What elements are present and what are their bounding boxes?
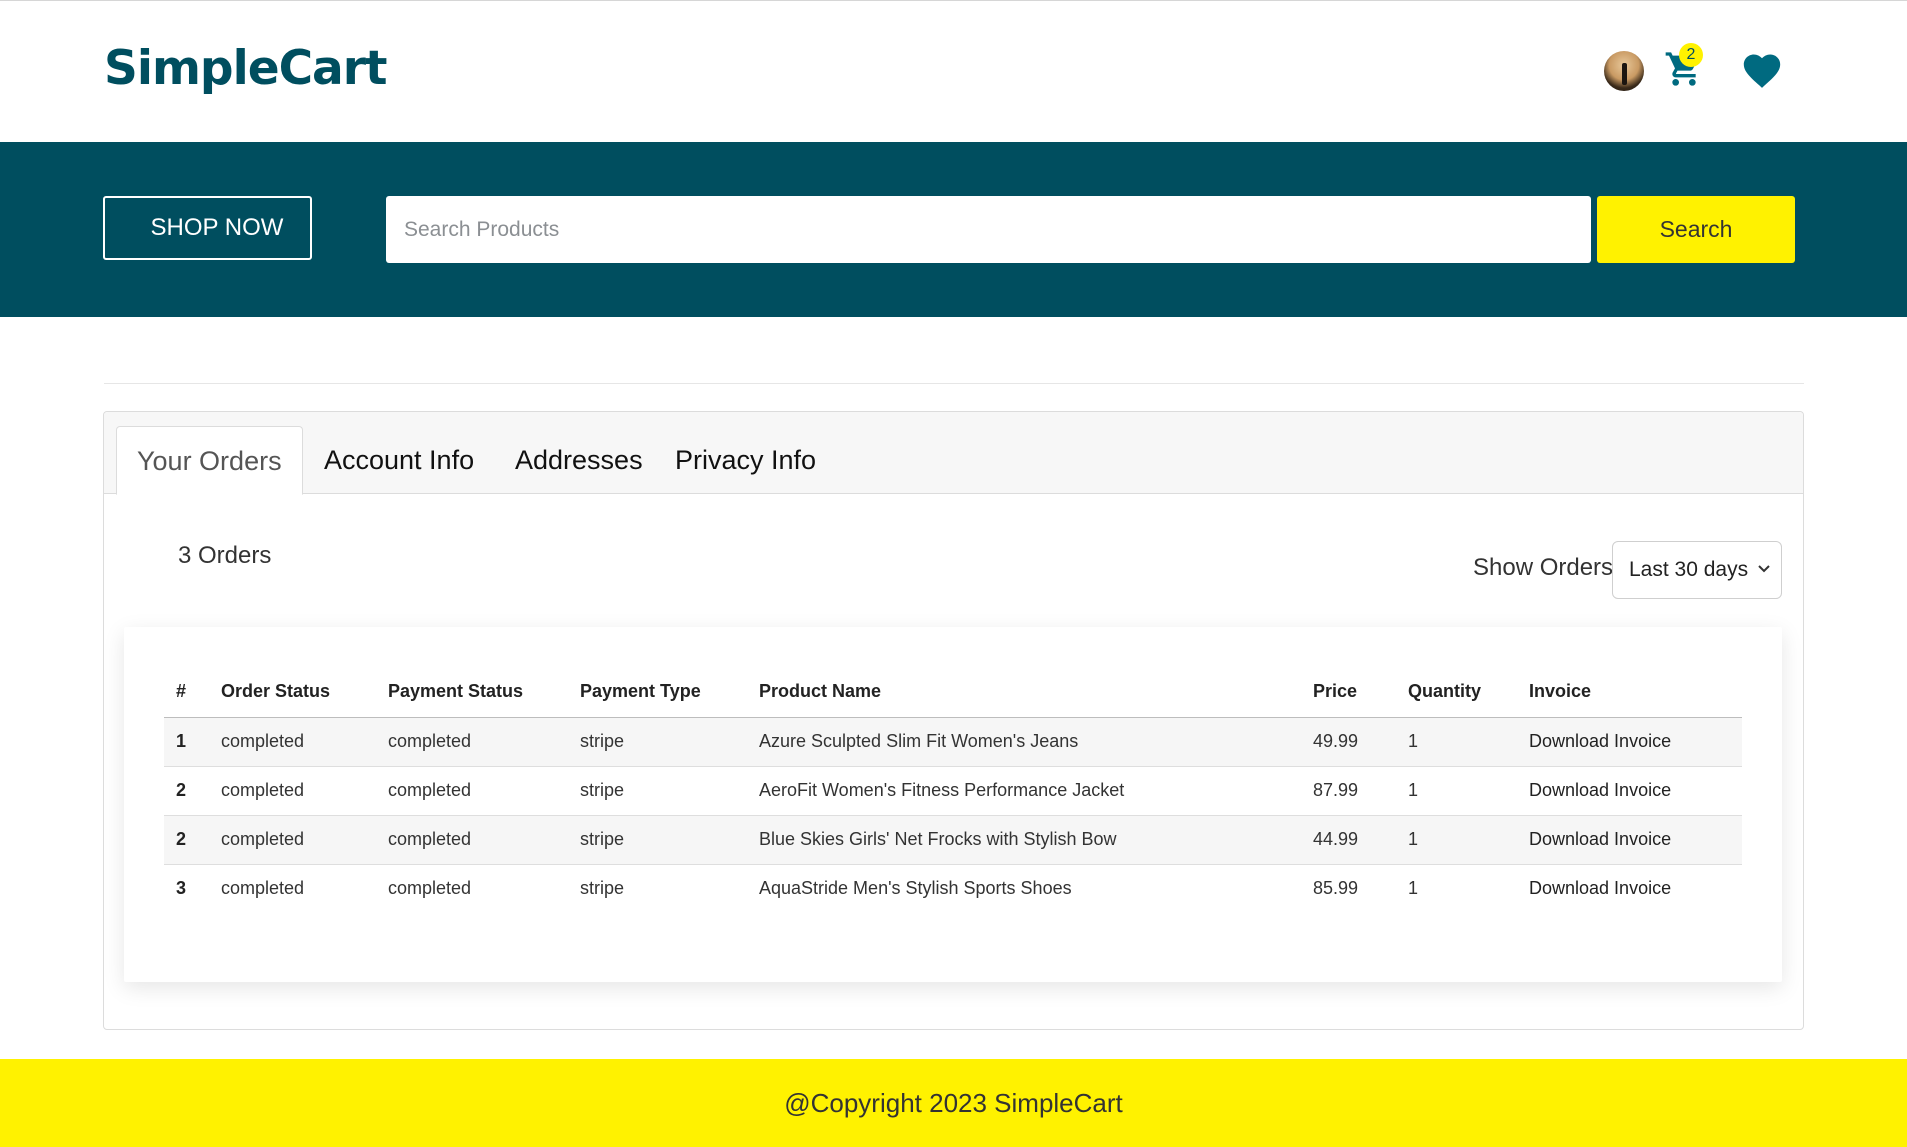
cart-count-badge: 2 bbox=[1679, 43, 1703, 67]
column-header: Price bbox=[1301, 667, 1396, 718]
cell-price: 49.99 bbox=[1301, 717, 1396, 767]
search-button[interactable]: Search bbox=[1597, 196, 1795, 263]
cart-button[interactable]: 2 bbox=[1664, 43, 1706, 91]
column-header: Invoice bbox=[1517, 667, 1742, 718]
cell-payment-status: completed bbox=[376, 815, 568, 865]
cell-product-name: Azure Sculpted Slim Fit Women's Jeans bbox=[747, 717, 1301, 767]
download-invoice-link[interactable]: Download Invoice bbox=[1517, 864, 1742, 913]
tab-account-info[interactable]: Account Info bbox=[324, 426, 474, 494]
cell-quantity: 1 bbox=[1408, 878, 1419, 899]
cell-product-name: Blue Skies Girls' Net Frocks with Stylis… bbox=[747, 815, 1301, 865]
column-header: # bbox=[164, 667, 209, 718]
divider bbox=[104, 383, 1804, 384]
account-card: Your Orders Account Info Addresses Priva… bbox=[103, 411, 1804, 1030]
cell-order-status: completed bbox=[221, 878, 305, 899]
orders-table-container: # Order Status Payment Status Payment Ty… bbox=[124, 627, 1782, 982]
cell-num: 3 bbox=[176, 878, 187, 899]
cell-quantity: 1 bbox=[1396, 717, 1517, 767]
site-footer: @Copyright 2023 SimpleCart bbox=[0, 1059, 1907, 1147]
logo[interactable]: SimpleCart bbox=[104, 41, 387, 96]
column-header: Payment Status bbox=[376, 667, 568, 718]
tab-addresses[interactable]: Addresses bbox=[515, 426, 643, 494]
orders-count: 3 Orders bbox=[178, 542, 272, 569]
tab-privacy-info[interactable]: Privacy Info bbox=[675, 426, 816, 494]
search-input[interactable] bbox=[386, 196, 1591, 263]
heart-icon[interactable] bbox=[1740, 49, 1784, 89]
cell-payment-type: stripe bbox=[568, 815, 747, 865]
copyright-text: @Copyright 2023 SimpleCart bbox=[784, 1088, 1123, 1118]
cell-payment-status: completed bbox=[376, 717, 568, 767]
cell-order-status: completed bbox=[209, 815, 376, 865]
cell-payment-status: completed bbox=[388, 878, 472, 899]
cell-num: 2 bbox=[164, 815, 209, 865]
tab-your-orders[interactable]: Your Orders bbox=[116, 426, 303, 495]
cell-product-name: AquaStride Men's Stylish Sports Shoes bbox=[759, 878, 1072, 899]
cell-product-name: AeroFit Women's Fitness Performance Jack… bbox=[747, 766, 1301, 816]
cell-num: 1 bbox=[164, 717, 209, 767]
table-header-row: # Order Status Payment Status Payment Ty… bbox=[164, 667, 1742, 718]
table-row: 2 completed completed stripe AeroFit Wom… bbox=[164, 766, 1742, 816]
column-header: Quantity bbox=[1396, 667, 1517, 718]
orders-period-select[interactable]: Last 30 days bbox=[1612, 541, 1782, 599]
cell-quantity: 1 bbox=[1396, 815, 1517, 865]
chevron-down-icon bbox=[1757, 542, 1771, 621]
cell-price: 87.99 bbox=[1301, 766, 1396, 816]
orders-period-value: Last 30 days bbox=[1629, 558, 1749, 581]
table-row: 2 completed completed stripe Blue Skies … bbox=[164, 815, 1742, 865]
download-invoice-link[interactable]: Download Invoice bbox=[1517, 766, 1742, 816]
shop-now-button[interactable]: SHOP NOW bbox=[103, 196, 312, 260]
cell-payment-status: completed bbox=[376, 766, 568, 816]
cell-order-status: completed bbox=[209, 717, 376, 767]
download-invoice-link[interactable]: Download Invoice bbox=[1517, 717, 1742, 767]
cell-price: 44.99 bbox=[1301, 815, 1396, 865]
search-banner: SHOP NOW Search bbox=[0, 142, 1907, 317]
avatar[interactable] bbox=[1604, 51, 1644, 91]
cell-price: 85.99 bbox=[1313, 878, 1359, 899]
cell-payment-type: stripe bbox=[580, 878, 625, 899]
download-invoice-link[interactable]: Download Invoice bbox=[1517, 815, 1742, 865]
site-header: SimpleCart 2 bbox=[0, 1, 1907, 142]
cell-num: 2 bbox=[164, 766, 209, 816]
tab-bar: Your Orders Account Info Addresses Priva… bbox=[104, 412, 1803, 495]
orders-table: # Order Status Payment Status Payment Ty… bbox=[164, 667, 1742, 913]
cell-payment-type: stripe bbox=[568, 766, 747, 816]
column-header: Order Status bbox=[209, 667, 376, 718]
cell-payment-type: stripe bbox=[568, 717, 747, 767]
cell-quantity: 1 bbox=[1396, 766, 1517, 816]
show-orders-label: Show Orders bbox=[1473, 554, 1614, 581]
column-header: Product Name bbox=[747, 667, 1301, 718]
table-row: 3 completed completed stripe AquaStride … bbox=[164, 864, 1742, 913]
table-row: 1 completed completed stripe Azure Sculp… bbox=[164, 717, 1742, 767]
column-header: Payment Type bbox=[568, 667, 747, 718]
cell-order-status: completed bbox=[209, 766, 376, 816]
